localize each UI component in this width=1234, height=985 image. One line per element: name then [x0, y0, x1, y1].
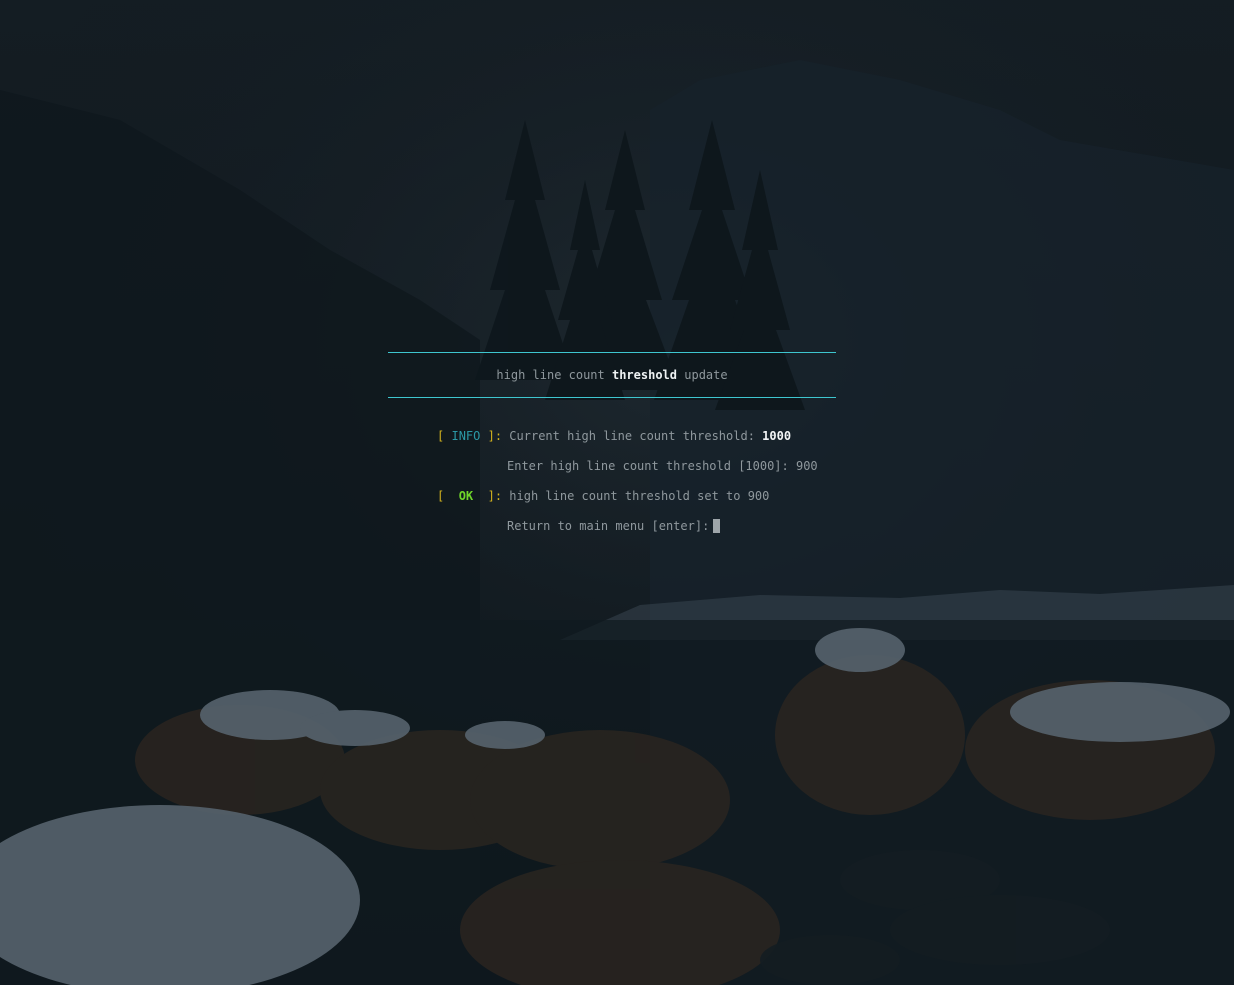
current-threshold-value: 1000	[762, 429, 792, 443]
title-suffix: update	[677, 368, 728, 382]
ok-bracket-close: ]:	[487, 489, 503, 503]
info-message-text: Current high line count threshold:	[509, 429, 763, 443]
title-prefix: high line count	[496, 368, 612, 382]
return-menu-prompt: Return to main menu [enter]:	[507, 519, 710, 533]
info-tag: INFO	[451, 429, 481, 443]
info-bracket-close: ]:	[487, 429, 503, 443]
ok-tag: OK	[458, 489, 474, 503]
desktop-screen: high line count threshold update [ INFO …	[0, 0, 1234, 985]
title-bold-word: threshold	[611, 368, 678, 382]
text-cursor[interactable]	[713, 519, 721, 533]
ok-message-line: [ OK ]: high line count threshold set to…	[437, 488, 769, 504]
ok-message-text: high line count threshold set to 900	[509, 489, 770, 503]
return-menu-prompt-line[interactable]: Return to main menu [enter]:	[507, 518, 721, 534]
info-bracket-open: [	[437, 429, 445, 443]
ok-bracket-open: [	[437, 489, 445, 503]
page-title: high line count threshold update	[388, 367, 836, 383]
header-top-rule	[388, 352, 836, 353]
threshold-input-prompt: Enter high line count threshold [1000]: …	[507, 459, 818, 473]
terminal-window: high line count threshold update [ INFO …	[0, 0, 1234, 985]
info-message-line: [ INFO ]: Current high line count thresh…	[437, 428, 791, 444]
header-bottom-rule	[388, 397, 836, 398]
